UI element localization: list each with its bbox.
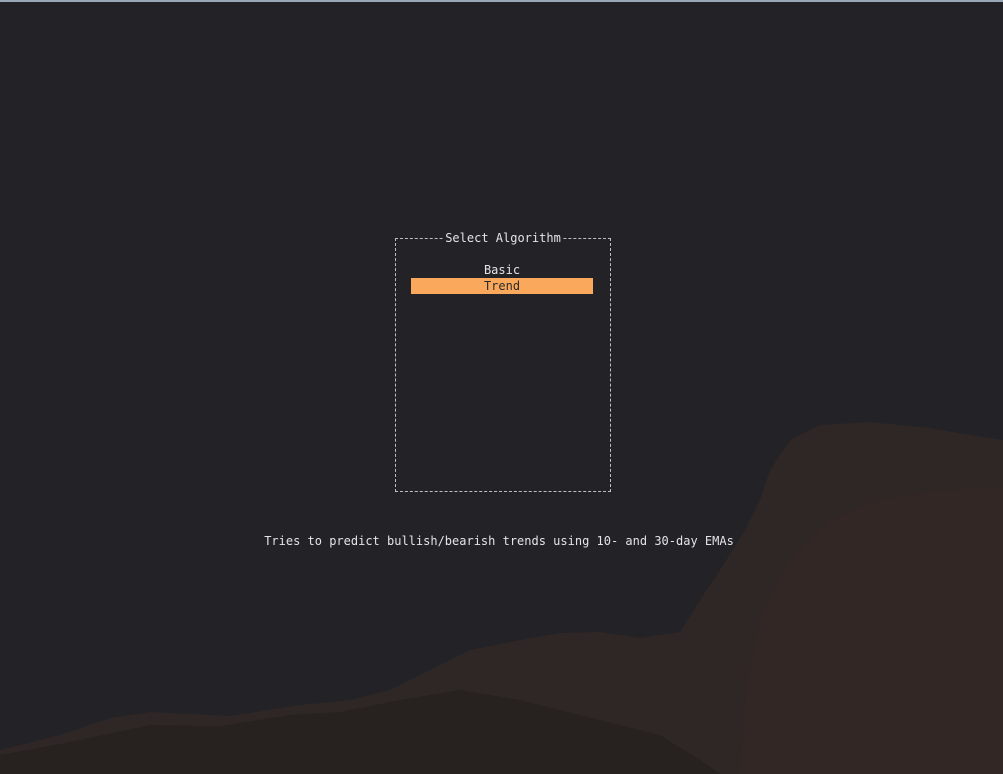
menu-item-basic[interactable]: Basic [411,262,593,278]
algorithm-menu-box: Select Algorithm Basic Trend [395,230,611,492]
menu-title: Select Algorithm [444,230,562,246]
menu-item-trend[interactable]: Trend [411,278,593,294]
algorithm-description: Tries to predict bullish/bearish trends … [264,534,734,548]
algorithm-list: Basic Trend [411,262,593,294]
